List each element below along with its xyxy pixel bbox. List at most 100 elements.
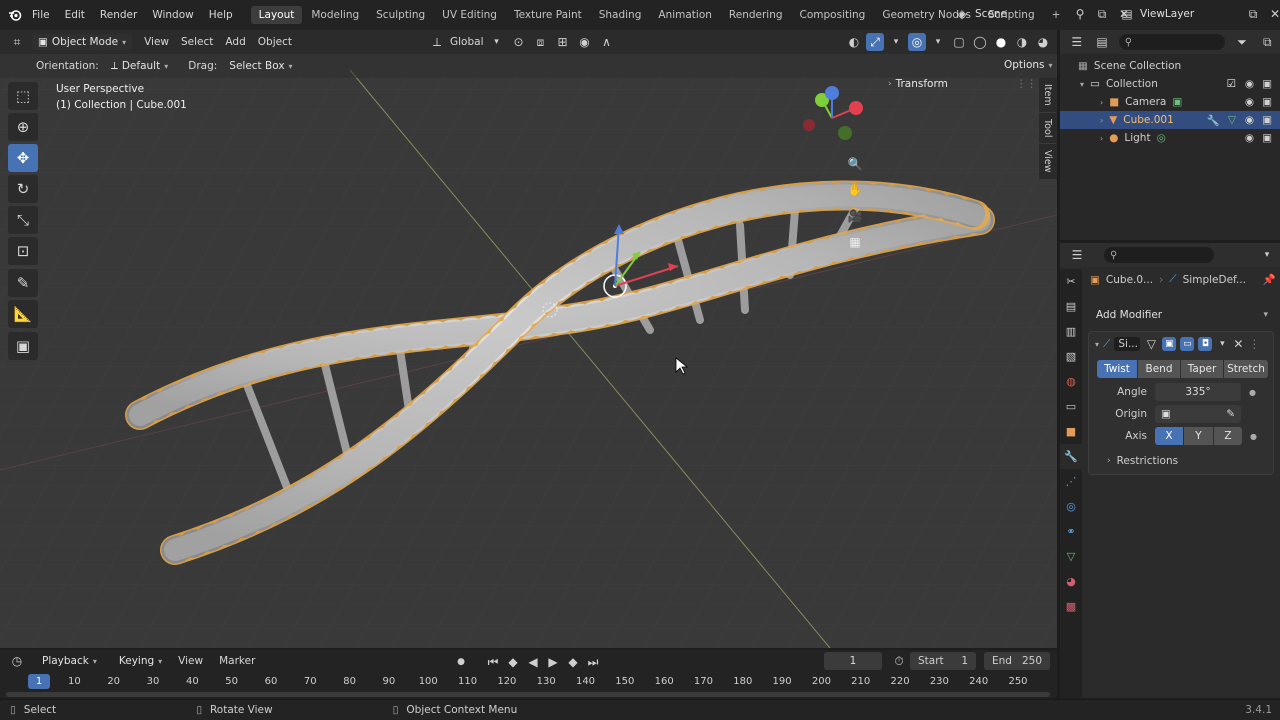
particles-tab-icon[interactable]: ⋰ — [1060, 469, 1082, 494]
world-tab-icon[interactable]: ▭ — [1060, 394, 1082, 419]
view-layer-tab-icon[interactable]: ▧ — [1060, 344, 1082, 369]
mode-twist[interactable]: Twist — [1097, 360, 1137, 378]
tab-sculpting[interactable]: Sculpting — [368, 6, 433, 24]
outliner-search[interactable]: ⚲ — [1118, 34, 1226, 50]
menu-select[interactable]: Select — [181, 36, 213, 48]
new-view-layer-icon[interactable]: ⧉ — [1244, 5, 1262, 23]
play-icon[interactable]: ▶ — [544, 653, 562, 671]
chevron-right-icon[interactable]: › — [1100, 116, 1103, 125]
modifier-tab-icon[interactable]: 🔧 — [1060, 444, 1082, 469]
filter-icon[interactable]: ⏷ — [1233, 33, 1250, 51]
chevron-down-icon[interactable]: ▾ — [887, 33, 905, 51]
tab-modeling[interactable]: Modeling — [303, 6, 367, 24]
add-cube-tool-icon[interactable]: ▣ — [8, 332, 38, 360]
object-mode-dropdown[interactable]: ▣ Object Mode ▾ — [32, 34, 133, 50]
scene-selector[interactable]: ◈ Scene ⚲ ⧉ ✕ — [953, 5, 1133, 23]
tab-uv-editing[interactable]: UV Editing — [434, 6, 505, 24]
outliner-editor-icon[interactable]: ☰ — [1068, 33, 1085, 51]
origin-field[interactable]: ▣ ✎ — [1155, 405, 1241, 423]
restrictions-subpanel[interactable]: › Restrictions — [1107, 455, 1273, 467]
menu-file[interactable]: File — [32, 9, 50, 21]
object-tab-icon[interactable]: ■ — [1060, 419, 1082, 444]
tab-tool[interactable]: Tool — [1039, 113, 1056, 145]
material-tab-icon[interactable]: ◕ — [1060, 569, 1082, 594]
chevron-down-icon[interactable]: ▾ — [1080, 80, 1084, 89]
chevron-down-icon[interactable]: ▾ — [488, 33, 506, 51]
eye-icon[interactable]: ◉ — [1245, 96, 1254, 108]
measure-tool-icon[interactable]: 📐 — [8, 300, 38, 328]
prev-keyframe-icon[interactable]: ◆ — [504, 653, 522, 671]
menu-object[interactable]: Object — [258, 36, 292, 48]
gizmo-toggle-icon[interactable]: ⤢ — [866, 33, 884, 51]
pivot-icon[interactable]: ⊙ — [510, 33, 528, 51]
rendered-shading-icon[interactable]: ◕ — [1034, 33, 1052, 51]
menu-render[interactable]: Render — [100, 9, 137, 21]
outliner-collection[interactable]: ▾ ▭ Collection ☑ ◉ ▣ — [1060, 75, 1280, 93]
scene-name[interactable]: Scene — [975, 8, 1067, 20]
chevron-down-icon[interactable]: ▾ — [1095, 340, 1099, 349]
tool-tab-icon[interactable]: ✂ — [1060, 269, 1082, 294]
rotate-tool-icon[interactable]: ↻ — [8, 175, 38, 203]
drag-handle-icon[interactable]: ⋮ — [1248, 335, 1260, 353]
tab-rendering[interactable]: Rendering — [721, 6, 791, 24]
add-modifier-button[interactable]: Add Modifier ▾ — [1090, 305, 1274, 325]
current-frame-field[interactable]: 1 — [824, 652, 882, 670]
chevron-right-icon[interactable]: › — [1100, 134, 1103, 143]
3d-viewport[interactable]: ⌗ ▣ Object Mode ▾ View Select Add Object ⟂… — [0, 30, 1057, 648]
render-display-icon[interactable]: ◘ — [1198, 337, 1213, 351]
eye-icon[interactable]: ◉ — [1245, 132, 1254, 144]
pan-hand-icon[interactable]: ✋ — [846, 181, 864, 199]
tab-animation[interactable]: Animation — [650, 6, 720, 24]
outliner-item-camera[interactable]: › ■ Camera ▣ ◉ ▣ — [1060, 93, 1280, 111]
keying-menu[interactable]: Keying ▾ — [113, 653, 168, 669]
eye-icon[interactable]: ◉ — [1245, 114, 1254, 126]
snap-icon[interactable]: ⧈ — [532, 33, 550, 51]
timeline-editor-icon[interactable]: ◷ — [8, 652, 26, 670]
record-icon[interactable]: ● — [452, 653, 470, 671]
close-icon[interactable]: ✕ — [1232, 335, 1244, 353]
chevron-down-icon[interactable]: ▾ — [1258, 246, 1276, 264]
keyframe-dot-icon[interactable]: ● — [1249, 388, 1256, 397]
checkbox-icon[interactable]: ☑ — [1227, 78, 1236, 90]
mesh-data-icon[interactable]: ▽ — [1228, 114, 1236, 126]
jump-start-icon[interactable]: ⏮ — [484, 653, 502, 671]
eyedropper-icon[interactable]: ✎ — [1226, 408, 1235, 420]
menu-add[interactable]: Add — [225, 36, 245, 48]
modifier-wrench-icon[interactable]: 🔧 — [1207, 114, 1220, 127]
play-reverse-icon[interactable]: ◀ — [524, 653, 542, 671]
axis-z[interactable]: Z — [1214, 427, 1242, 445]
cursor-tool-icon[interactable]: ⊕ — [8, 113, 38, 141]
camera-render-icon[interactable]: ▣ — [1262, 78, 1272, 90]
tab-layout[interactable]: Layout — [250, 6, 303, 24]
edit-cage-icon[interactable]: ▽ — [1144, 335, 1158, 353]
end-frame-field[interactable]: End 250 — [984, 652, 1050, 670]
next-keyframe-icon[interactable]: ◆ — [564, 653, 582, 671]
blender-logo-icon[interactable] — [6, 6, 24, 24]
annotate-tool-icon[interactable]: ✎ — [8, 269, 38, 297]
pin-icon[interactable]: ⚲ — [1071, 5, 1089, 23]
orientation-dropdown[interactable]: ⟂ Default ▾ — [105, 58, 174, 75]
outliner-item-cube[interactable]: › ▼ Cube.001 🔧 ▽ ◉ ▣ — [1060, 111, 1280, 129]
chevron-down-icon[interactable]: ▾ — [1055, 33, 1057, 51]
snap-target-icon[interactable]: ⊞ — [554, 33, 572, 51]
zoom-icon[interactable]: 🔍 — [846, 155, 864, 173]
new-scene-icon[interactable]: ⧉ — [1093, 5, 1111, 23]
chevron-down-icon[interactable]: ▾ — [1216, 335, 1228, 353]
move-tool-icon[interactable]: ✥ — [8, 144, 38, 172]
drag-handle-icon[interactable]: ⋮⋮ — [1016, 78, 1037, 90]
data-tab-icon[interactable]: ▽ — [1060, 544, 1082, 569]
drag-dropdown[interactable]: Select Box ▾ — [223, 58, 298, 74]
output-tab-icon[interactable]: ▥ — [1060, 319, 1082, 344]
jump-end-icon[interactable]: ⏭ — [584, 653, 602, 671]
new-collection-icon[interactable]: ⧉ — [1259, 33, 1276, 51]
transform-tool-icon[interactable]: ⊡ — [8, 237, 38, 265]
tab-item[interactable]: Item — [1039, 78, 1056, 113]
edit-mode-icon[interactable]: ▣ — [1162, 337, 1177, 351]
menu-help[interactable]: Help — [209, 9, 233, 21]
menu-view[interactable]: View — [144, 36, 169, 48]
physics-tab-icon[interactable]: ◎ — [1060, 494, 1082, 519]
transform-panel-header[interactable]: › Transform ⋮⋮ — [888, 78, 1037, 90]
select-box-tool-icon[interactable]: ⬚ — [8, 82, 38, 110]
chevron-down-icon[interactable]: ▾ — [929, 33, 947, 51]
perspective-grid-icon[interactable]: ▦ — [846, 233, 864, 251]
